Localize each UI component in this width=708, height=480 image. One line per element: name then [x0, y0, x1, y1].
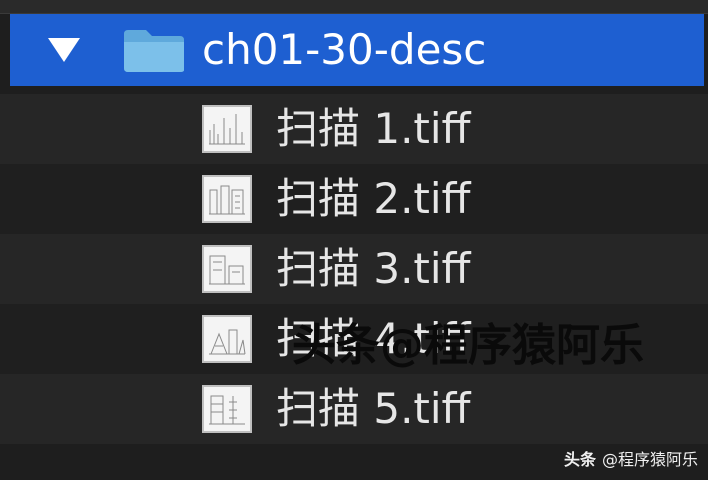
file-name: 扫描 2.tiff — [276, 174, 471, 223]
file-name: 扫描 3.tiff — [276, 244, 471, 293]
watermark-brand: 头条 — [563, 450, 596, 469]
tiff-thumbnail-icon — [202, 105, 252, 153]
tiff-thumbnail-icon — [202, 385, 252, 433]
folder-name: ch01-30-desc — [202, 25, 487, 74]
tiff-thumbnail-icon — [202, 245, 252, 293]
watermark-footer: 头条 @程序猿阿乐 — [564, 446, 698, 470]
disclosure-triangle-icon[interactable] — [48, 38, 80, 62]
previous-row-strip — [0, 0, 708, 14]
file-name: 扫描 1.tiff — [276, 104, 471, 153]
watermark-handle: @程序猿阿乐 — [601, 450, 698, 469]
folder-row-ch01-30-desc[interactable]: ch01-30-desc — [10, 14, 704, 86]
tiff-thumbnail-icon — [202, 315, 252, 363]
tiff-thumbnail-icon — [202, 175, 252, 223]
file-name: 扫描 5.tiff — [276, 384, 471, 433]
file-row-3[interactable]: 扫描 3.tiff — [0, 234, 708, 304]
file-row-2[interactable]: 扫描 2.tiff — [0, 164, 708, 234]
file-row-1[interactable]: 扫描 1.tiff — [0, 94, 708, 164]
watermark-overlay: 头条@程序猿阿乐 — [292, 320, 644, 371]
folder-icon — [124, 30, 184, 72]
